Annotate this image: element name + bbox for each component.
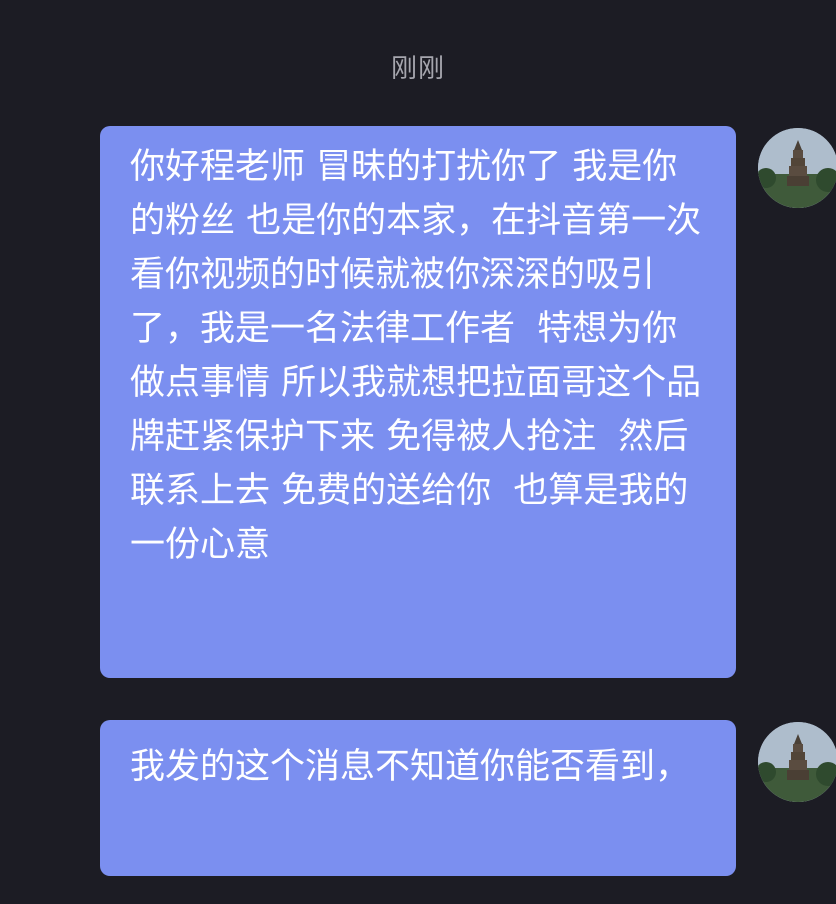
sender-avatar[interactable] xyxy=(758,722,836,802)
message-bubble[interactable]: 我发的这个消息不知道你能否看到， xyxy=(100,720,736,876)
pagoda-icon xyxy=(758,722,836,802)
chat-view: 刚刚 你好程老师 冒昧的打扰你了 我是你的粉丝 也是你的本家，在抖音第一次看你视… xyxy=(0,0,836,904)
pagoda-icon xyxy=(758,128,836,208)
message-bubble[interactable]: 你好程老师 冒昧的打扰你了 我是你的粉丝 也是你的本家，在抖音第一次看你视频的时… xyxy=(100,126,736,678)
sender-avatar[interactable] xyxy=(758,128,836,208)
message-timestamp: 刚刚 xyxy=(390,54,445,84)
